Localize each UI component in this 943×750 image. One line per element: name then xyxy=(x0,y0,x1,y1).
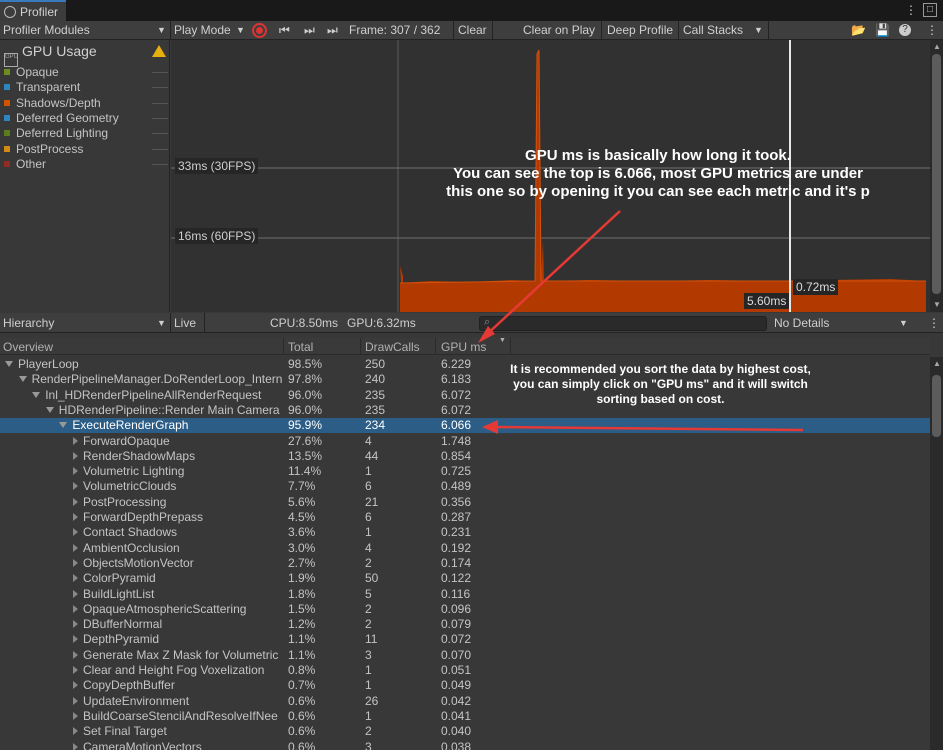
annotation-arrows xyxy=(478,210,804,434)
